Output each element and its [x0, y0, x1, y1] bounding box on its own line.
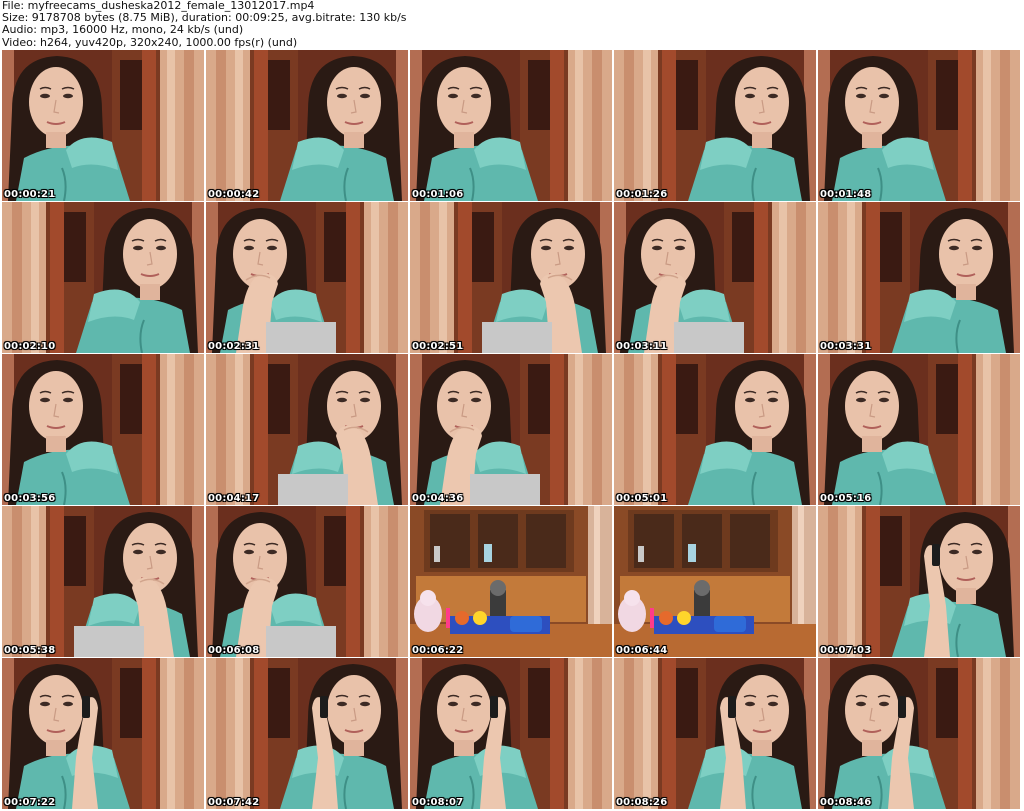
frame-image: [818, 506, 1020, 657]
timestamp-label: 00:05:38: [4, 645, 56, 656]
frame-image: [206, 506, 408, 657]
timestamp-label: 00:04:17: [208, 493, 260, 504]
frame-image: [410, 354, 612, 505]
timestamp-label: 00:07:03: [820, 645, 872, 656]
thumbnail-grid: 00:00:21 00:00:42 00:01:06 00:01:26 00:01:48…: [2, 50, 1024, 811]
timestamp-label: 00:00:42: [208, 189, 260, 200]
video-thumbnail: 00:03:56: [2, 354, 204, 505]
timestamp-label: 00:06:08: [208, 645, 260, 656]
frame-image: [818, 354, 1020, 505]
frame-image: [410, 202, 612, 353]
video-thumbnail: 00:08:26: [614, 658, 816, 809]
video-thumbnail: 00:00:21: [2, 50, 204, 201]
timestamp-label: 00:06:22: [412, 645, 464, 656]
frame-image: [614, 50, 816, 201]
video-thumbnail: 00:01:06: [410, 50, 612, 201]
timestamp-label: 00:02:10: [4, 341, 56, 352]
timestamp-label: 00:01:48: [820, 189, 872, 200]
video-thumbnail: 00:06:08: [206, 506, 408, 657]
video-thumbnail: 00:03:11: [614, 202, 816, 353]
timestamp-label: 00:01:06: [412, 189, 464, 200]
timestamp-label: 00:04:36: [412, 493, 464, 504]
video-thumbnail: 00:02:31: [206, 202, 408, 353]
frame-image: [2, 658, 204, 809]
video-thumbnail: 00:07:03: [818, 506, 1020, 657]
video-thumbnail: 00:08:07: [410, 658, 612, 809]
timestamp-label: 00:06:44: [616, 645, 668, 656]
frame-image: [614, 202, 816, 353]
frame-image: [2, 506, 204, 657]
frame-image: [206, 354, 408, 505]
frame-image: [818, 202, 1020, 353]
frame-image: [410, 50, 612, 201]
timestamp-label: 00:05:16: [820, 493, 872, 504]
frame-image: [206, 658, 408, 809]
video-thumbnail: 00:05:38: [2, 506, 204, 657]
frame-image: [818, 658, 1020, 809]
frame-image: [614, 658, 816, 809]
video-thumbnail: 00:07:22: [2, 658, 204, 809]
video-thumbnail: 00:04:36: [410, 354, 612, 505]
frame-image: [410, 658, 612, 809]
frame-image: [818, 50, 1020, 201]
timestamp-label: 00:07:22: [4, 797, 56, 808]
video-thumbnail: 00:05:16: [818, 354, 1020, 505]
frame-image: [206, 202, 408, 353]
frame-image: [410, 506, 612, 657]
timestamp-label: 00:02:31: [208, 341, 260, 352]
frame-image: [614, 354, 816, 505]
video-thumbnail: 00:02:10: [2, 202, 204, 353]
frame-image: [2, 354, 204, 505]
video-thumbnail: 00:00:42: [206, 50, 408, 201]
video-thumbnail: 00:08:46: [818, 658, 1020, 809]
video-thumbnail: 00:06:22: [410, 506, 612, 657]
timestamp-label: 00:08:07: [412, 797, 464, 808]
timestamp-label: 00:00:21: [4, 189, 56, 200]
file-info-header: File: myfreecams_dusheska2012_female_130…: [2, 0, 1022, 50]
timestamp-label: 00:03:31: [820, 341, 872, 352]
timestamp-label: 00:01:26: [616, 189, 668, 200]
frame-image: [614, 506, 816, 657]
timestamp-label: 00:03:11: [616, 341, 668, 352]
audio-info-line: Audio: mp3, 16000 Hz, mono, 24 kb/s (und…: [2, 23, 244, 37]
frame-image: [2, 202, 204, 353]
video-info-line: Video: h264, yuv420p, 320x240, 1000.00 f…: [2, 35, 298, 49]
frame-image: [206, 50, 408, 201]
video-thumbnail: 00:06:44: [614, 506, 816, 657]
timestamp-label: 00:08:46: [820, 797, 872, 808]
timestamp-label: 00:02:51: [412, 341, 464, 352]
timestamp-label: 00:07:42: [208, 797, 260, 808]
video-thumbnail: 00:03:31: [818, 202, 1020, 353]
video-thumbnail: 00:01:48: [818, 50, 1020, 201]
timestamp-label: 00:03:56: [4, 493, 56, 504]
frame-image: [2, 50, 204, 201]
video-thumbnail: 00:01:26: [614, 50, 816, 201]
timestamp-label: 00:08:26: [616, 797, 668, 808]
video-thumbnail: 00:04:17: [206, 354, 408, 505]
video-thumbnail: 00:05:01: [614, 354, 816, 505]
video-thumbnail: 00:02:51: [410, 202, 612, 353]
video-thumbnail: 00:07:42: [206, 658, 408, 809]
timestamp-label: 00:05:01: [616, 493, 668, 504]
